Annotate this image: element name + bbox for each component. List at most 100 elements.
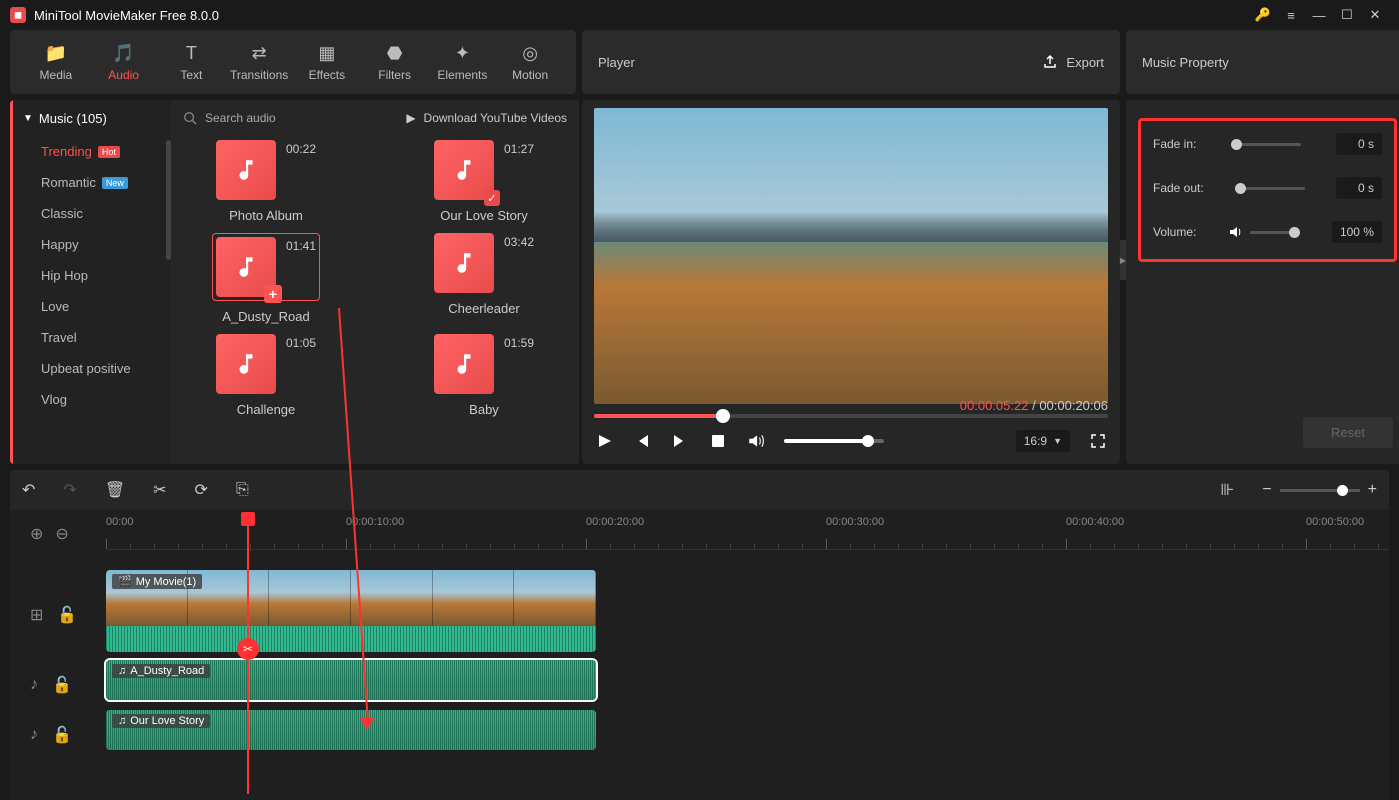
category-upbeat-positive[interactable]: Upbeat positive: [13, 353, 171, 384]
ruler-label: 00:00:50:00: [1306, 516, 1364, 528]
volume-label: Volume:: [1153, 225, 1196, 239]
key-icon[interactable]: 🔑: [1249, 5, 1277, 25]
delete-button[interactable]: 🗑: [105, 480, 125, 500]
total-time: 00:00:20:06: [1039, 398, 1108, 413]
audio-clip-2[interactable]: ♫Our Love Story: [106, 710, 596, 750]
category-travel[interactable]: Travel: [13, 322, 171, 353]
zoom-slider[interactable]: [1280, 489, 1360, 492]
app-logo-icon: ◼: [10, 7, 26, 23]
category-love[interactable]: Love: [13, 291, 171, 322]
ruler-label: 00:00:30:00: [826, 516, 884, 528]
fade-out-label: Fade out:: [1153, 181, 1204, 195]
fit-button[interactable]: ⊪: [1220, 480, 1234, 500]
main-tabs: 📁Media 🎵Audio TText ⇄Transitions ▦Effect…: [10, 30, 576, 94]
volume-button[interactable]: [746, 431, 766, 451]
reset-button[interactable]: Reset: [1303, 417, 1393, 448]
player-seek-slider[interactable]: [594, 414, 1108, 418]
category-romantic[interactable]: RomanticNew: [13, 167, 171, 198]
menu-icon[interactable]: ≡: [1277, 5, 1305, 25]
tab-text[interactable]: TText: [158, 43, 226, 82]
video-track-icon: ⊞: [30, 605, 43, 625]
tab-filters[interactable]: ⬣Filters: [361, 43, 429, 82]
ruler-label: 00:00:40:00: [1066, 516, 1124, 528]
ruler-label: 00:00:20:00: [586, 516, 644, 528]
music-thumb-icon: [434, 233, 494, 293]
minimize-button[interactable]: —: [1305, 5, 1333, 25]
chevron-down-icon: ▼: [1053, 436, 1062, 446]
tab-motion[interactable]: ◎Motion: [496, 43, 564, 82]
audio-track-icon: ♪: [30, 676, 38, 694]
fade-in-label: Fade in:: [1153, 137, 1196, 151]
prev-button[interactable]: [632, 431, 652, 451]
category-classic[interactable]: Classic: [13, 198, 171, 229]
tab-audio[interactable]: 🎵Audio: [90, 43, 158, 82]
music-thumb-icon: [216, 140, 276, 200]
speaker-icon: [1228, 224, 1244, 240]
undo-button[interactable]: ↶: [22, 480, 35, 500]
player-label: Player: [598, 55, 635, 70]
search-input[interactable]: Search audio: [183, 111, 276, 125]
add-track-button[interactable]: ⊕: [30, 524, 43, 544]
add-to-timeline-button[interactable]: +: [264, 285, 282, 303]
current-time: 00:00:05:22: [960, 398, 1029, 413]
fade-in-slider[interactable]: [1231, 143, 1301, 146]
audio-item-photo-album[interactable]: 00:22Photo Album: [187, 140, 345, 223]
youtube-icon: ▶: [406, 111, 415, 125]
volume-prop-slider[interactable]: [1250, 231, 1300, 234]
lock-icon[interactable]: 🔓: [57, 605, 77, 625]
music-thumb-icon: ✓: [434, 140, 494, 200]
category-trending[interactable]: TrendingHot: [13, 136, 171, 167]
audio-item-cheerleader[interactable]: 03:42Cheerleader: [405, 233, 563, 324]
zoom-out-button[interactable]: −: [1262, 481, 1271, 499]
audio-item-baby[interactable]: 01:59Baby: [405, 334, 563, 417]
redo-button[interactable]: ↷: [63, 480, 76, 500]
annotation-arrow-head: [360, 718, 374, 730]
lock-icon[interactable]: 🔓: [52, 675, 72, 695]
volume-slider[interactable]: [784, 439, 884, 443]
speed-button[interactable]: ⟳: [195, 480, 208, 500]
close-button[interactable]: ✕: [1361, 5, 1389, 25]
tab-transitions[interactable]: ⇄Transitions: [225, 43, 293, 82]
fade-out-slider[interactable]: [1235, 187, 1305, 190]
stop-button[interactable]: [708, 431, 728, 451]
video-clip[interactable]: 🎬My Movie(1): [106, 570, 596, 652]
next-button[interactable]: [670, 431, 690, 451]
fullscreen-button[interactable]: [1088, 431, 1108, 451]
music-icon: ♫: [118, 715, 126, 727]
cut-badge-icon: ✂: [237, 638, 259, 660]
film-icon: 🎬: [118, 575, 132, 588]
play-button[interactable]: [594, 431, 614, 451]
music-icon: ♫: [118, 665, 126, 677]
maximize-button[interactable]: ☐: [1333, 5, 1361, 25]
tab-elements[interactable]: ✦Elements: [429, 43, 497, 82]
lock-icon[interactable]: 🔓: [52, 725, 72, 745]
volume-value[interactable]: 100 %: [1332, 221, 1382, 243]
aspect-ratio-select[interactable]: 16:9▼: [1016, 430, 1070, 452]
fade-out-value[interactable]: 0 s: [1336, 177, 1382, 199]
audio-item-challenge[interactable]: 01:05Challenge: [187, 334, 345, 417]
remove-track-button[interactable]: ⊖: [55, 524, 68, 544]
collapse-panel-button[interactable]: ▶: [1120, 240, 1126, 280]
music-category-header[interactable]: ▼ Music (105): [13, 100, 171, 136]
music-thumb-icon: [216, 334, 276, 394]
audio-clip-1[interactable]: ♫A_Dusty_Road: [106, 660, 596, 700]
fade-in-value[interactable]: 0 s: [1336, 133, 1382, 155]
crop-button[interactable]: ⎘: [236, 481, 249, 499]
caret-down-icon: ▼: [23, 113, 33, 124]
download-youtube-link[interactable]: ▶ Download YouTube Videos: [406, 111, 567, 125]
tab-media[interactable]: 📁Media: [22, 43, 90, 82]
export-button[interactable]: Export: [1042, 54, 1104, 70]
category-happy[interactable]: Happy: [13, 229, 171, 260]
category-vlog[interactable]: Vlog: [13, 384, 171, 415]
audio-item-our-love-story[interactable]: ✓01:27Our Love Story: [405, 140, 563, 223]
audio-item-a-dusty-road[interactable]: +01:41A_Dusty_Road: [187, 233, 345, 324]
audio-track-icon: ♪: [30, 726, 38, 744]
tab-effects[interactable]: ▦Effects: [293, 43, 361, 82]
split-button[interactable]: ✂: [153, 480, 166, 500]
category-hip-hop[interactable]: Hip Hop: [13, 260, 171, 291]
app-title: MiniTool MovieMaker Free 8.0.0: [34, 8, 219, 23]
search-icon: [183, 111, 197, 125]
zoom-in-button[interactable]: +: [1368, 481, 1377, 499]
property-label: Music Property: [1142, 55, 1229, 70]
video-preview: [594, 108, 1108, 404]
